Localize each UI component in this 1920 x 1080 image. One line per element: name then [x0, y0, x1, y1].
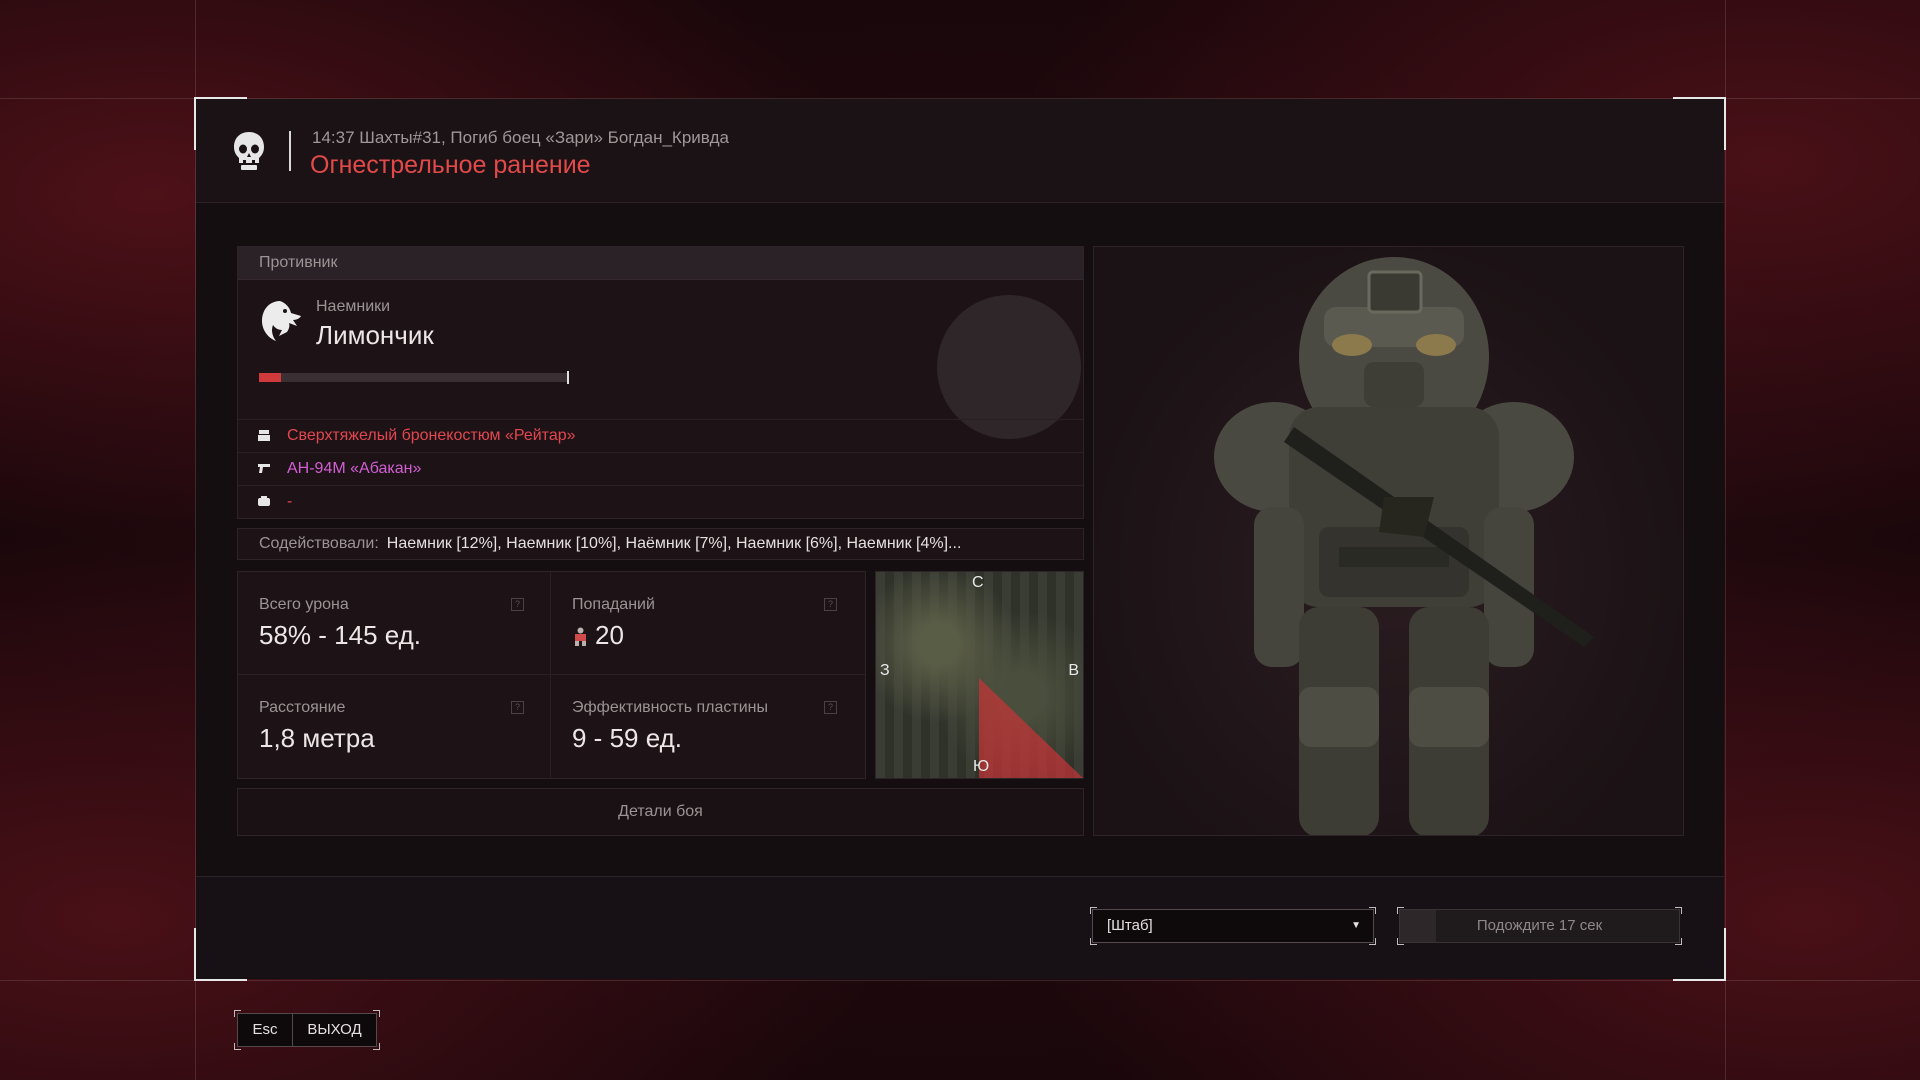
corner-bracket	[1397, 907, 1404, 914]
respawn-progress-fill	[1400, 910, 1437, 942]
armor-icon	[258, 430, 270, 441]
equipment-armor[interactable]: Сверхтяжелый бронекостюм «Рейтар»	[238, 419, 1083, 452]
enemy-card: Противник Наемники Лимончик Сверхтяжелый…	[237, 246, 1084, 519]
enemy-faction: Наемники	[316, 298, 391, 315]
stat-value: 9 - 59 ед.	[572, 723, 682, 753]
enemy-section-label: Противник	[238, 247, 1083, 280]
corner-bracket	[234, 1043, 241, 1050]
assist-row: Содействовали: Наемник [12%], Наемник [10…	[237, 528, 1084, 560]
eagle-icon	[262, 301, 301, 341]
frame-line-right	[1725, 0, 1726, 1080]
kill-minimap: С З В Ю	[875, 571, 1084, 779]
stat-label: Эффективность пластины	[572, 699, 769, 716]
skull-icon	[234, 132, 264, 170]
chevron-down-icon: ▼	[1351, 920, 1361, 931]
stat-value: 58% - 145 ед.	[259, 620, 422, 650]
corner-bracket	[1675, 938, 1682, 945]
death-report-panel: 14:37 Шахты#31, Погиб боец «Зари» Богдан…	[194, 97, 1726, 981]
rifle-icon	[258, 464, 270, 473]
compass-south: Ю	[973, 758, 990, 775]
corner-bracket	[1090, 907, 1097, 914]
armor-name: Сверхтяжелый бронекостюм «Рейтар»	[287, 427, 576, 444]
enemy-health-bar	[259, 371, 569, 384]
info-icon[interactable]: ?	[824, 598, 837, 611]
info-icon[interactable]: ?	[511, 701, 524, 714]
body-hit-icon	[575, 627, 586, 646]
exit-button[interactable]: ВЫХОД	[293, 1013, 377, 1047]
compass-north: С	[972, 574, 984, 591]
death-info: 14:37 Шахты#31, Погиб боец «Зари» Богдан…	[312, 128, 729, 147]
corner-bracket	[1397, 938, 1404, 945]
death-cause: Огнестрельное ранение	[310, 151, 591, 179]
stat-value: 1,8 метра	[259, 723, 375, 753]
stat-hits: Попаданий ? 20	[551, 572, 863, 674]
compass-east: В	[1068, 662, 1079, 679]
equipment-weapon[interactable]: АН-94М «Абакан»	[238, 452, 1083, 485]
respawn-point-select[interactable]: [Штаб] ▼	[1090, 907, 1376, 945]
stat-label: Расстояние	[259, 699, 346, 716]
extra-item: -	[287, 493, 293, 510]
respawn-wait-button[interactable]: Подождите 17 сек	[1397, 907, 1682, 945]
faction-emblem-watermark	[937, 295, 1081, 439]
battle-details-button[interactable]: Детали боя	[237, 788, 1084, 836]
device-icon	[258, 496, 270, 506]
corner-bracket	[1675, 907, 1682, 914]
enemy-equipment-list: Сверхтяжелый бронекостюм «Рейтар» АН-94М…	[238, 419, 1083, 518]
exit-control: Esc ВЫХОД	[234, 1010, 380, 1050]
armored-soldier-image	[1214, 257, 1594, 835]
enemy-health-fill	[259, 373, 281, 382]
stat-plate-efficiency: Эффективность пластины ? 9 - 59 ед.	[551, 675, 863, 777]
frame-line-bottom	[0, 980, 1920, 981]
combat-stats: Всего урона ? 58% - 145 ед. Попаданий ? …	[237, 571, 866, 779]
assist-label: Содействовали:	[259, 535, 379, 552]
selected-respawn-point: [Штаб]	[1107, 917, 1153, 934]
shot-direction-cone	[979, 678, 1083, 778]
info-icon[interactable]: ?	[824, 701, 837, 714]
enemy-name: Лимончик	[316, 320, 434, 350]
corner-bracket	[1369, 938, 1376, 945]
stat-value-wrap: 20	[572, 620, 624, 651]
respawn-footer: [Штаб] ▼ Подождите 17 сек	[196, 876, 1724, 979]
respawn-wait-label: Подождите 17 сек	[1476, 917, 1603, 934]
info-icon[interactable]: ?	[511, 598, 524, 611]
header-divider	[289, 131, 291, 171]
health-bar-end-marker	[567, 371, 569, 384]
stat-label: Попаданий	[572, 596, 655, 613]
enemy-character-portrait	[1093, 246, 1684, 836]
equipment-extra[interactable]: -	[238, 485, 1083, 518]
assist-list: Наемник [12%], Наемник [10%], Наёмник [7…	[386, 535, 962, 552]
esc-key-hint[interactable]: Esc	[237, 1013, 293, 1047]
stat-label: Всего урона	[259, 596, 349, 613]
corner-bracket	[1090, 938, 1097, 945]
corner-bracket	[234, 1010, 241, 1017]
corner-bracket	[373, 1043, 380, 1050]
stat-distance: Расстояние ? 1,8 метра	[238, 675, 550, 777]
compass-west: З	[880, 662, 890, 679]
corner-bracket	[373, 1010, 380, 1017]
corner-bracket	[1369, 907, 1376, 914]
death-header: 14:37 Шахты#31, Погиб боец «Зари» Богдан…	[196, 99, 1724, 203]
stat-value: 20	[595, 620, 624, 650]
weapon-name: АН-94М «Абакан»	[287, 460, 422, 477]
stat-total-damage: Всего урона ? 58% - 145 ед.	[238, 572, 550, 674]
